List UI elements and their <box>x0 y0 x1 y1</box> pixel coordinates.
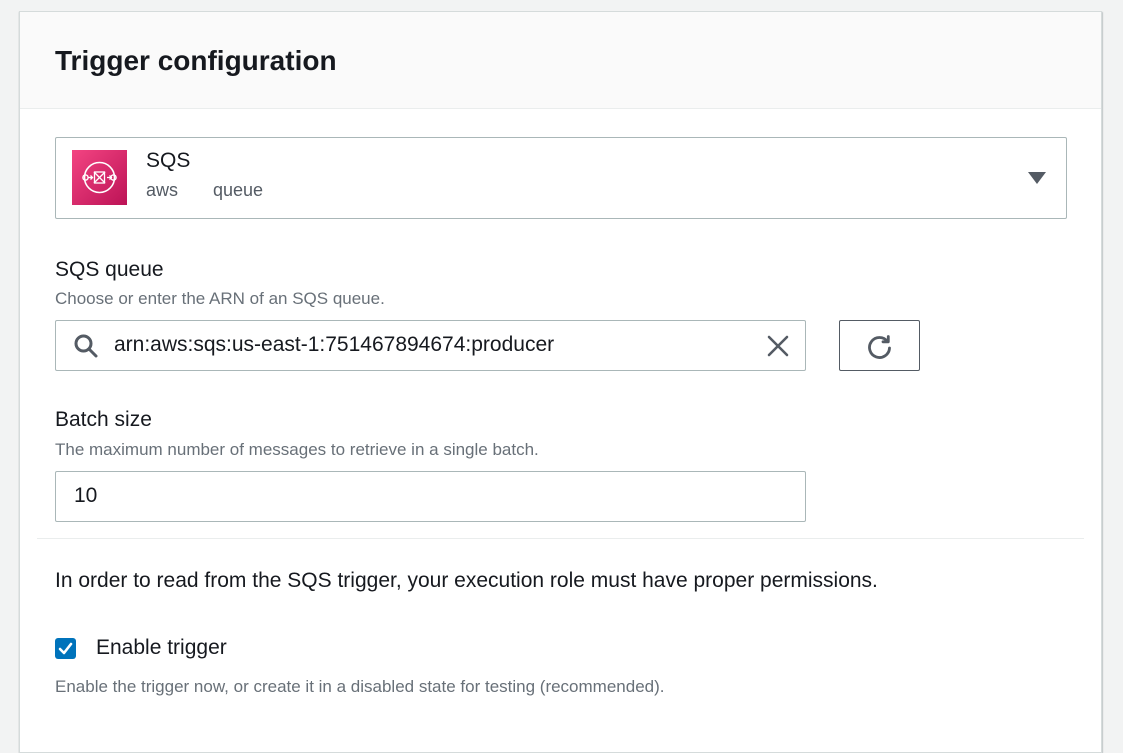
caret-down-icon[interactable] <box>1028 172 1046 184</box>
batch-size-input[interactable]: 10 <box>55 471 806 522</box>
trigger-source-select[interactable]: SQS aws queue <box>55 137 1067 219</box>
batch-size-description: The maximum number of messages to retrie… <box>55 440 539 459</box>
close-icon[interactable] <box>765 333 791 359</box>
sqs-queue-input[interactable]: arn:aws:sqs:us-east-1:751467894674:produ… <box>55 320 806 371</box>
search-icon <box>74 334 98 358</box>
checkmark-icon <box>58 642 73 655</box>
trigger-configuration-panel: Trigger configuration SQS aws queue SQS … <box>19 11 1102 753</box>
sqs-queue-label: SQS queue <box>55 258 164 281</box>
enable-trigger-label[interactable]: Enable trigger <box>96 636 227 660</box>
source-tag-aws: aws <box>146 180 179 200</box>
refresh-button[interactable] <box>839 320 920 371</box>
sqs-queue-icon <box>72 150 127 205</box>
batch-size-value[interactable]: 10 <box>74 484 97 508</box>
panel-header: Trigger configuration <box>20 12 1101 109</box>
permissions-notice: In order to read from the SQS trigger, y… <box>55 569 878 592</box>
section-divider <box>37 538 1084 539</box>
panel-title: Trigger configuration <box>55 45 337 76</box>
batch-size-label: Batch size <box>55 408 152 431</box>
enable-trigger-description: Enable the trigger now, or create it in … <box>55 677 665 696</box>
refresh-icon <box>868 335 891 359</box>
sqs-queue-description: Choose or enter the ARN of an SQS queue. <box>55 289 385 308</box>
enable-trigger-checkbox[interactable] <box>55 638 76 659</box>
source-name: SQS <box>146 149 191 172</box>
source-tag-queue: queue <box>213 180 264 200</box>
sqs-queue-value[interactable]: arn:aws:sqs:us-east-1:751467894674:produ… <box>114 333 554 357</box>
